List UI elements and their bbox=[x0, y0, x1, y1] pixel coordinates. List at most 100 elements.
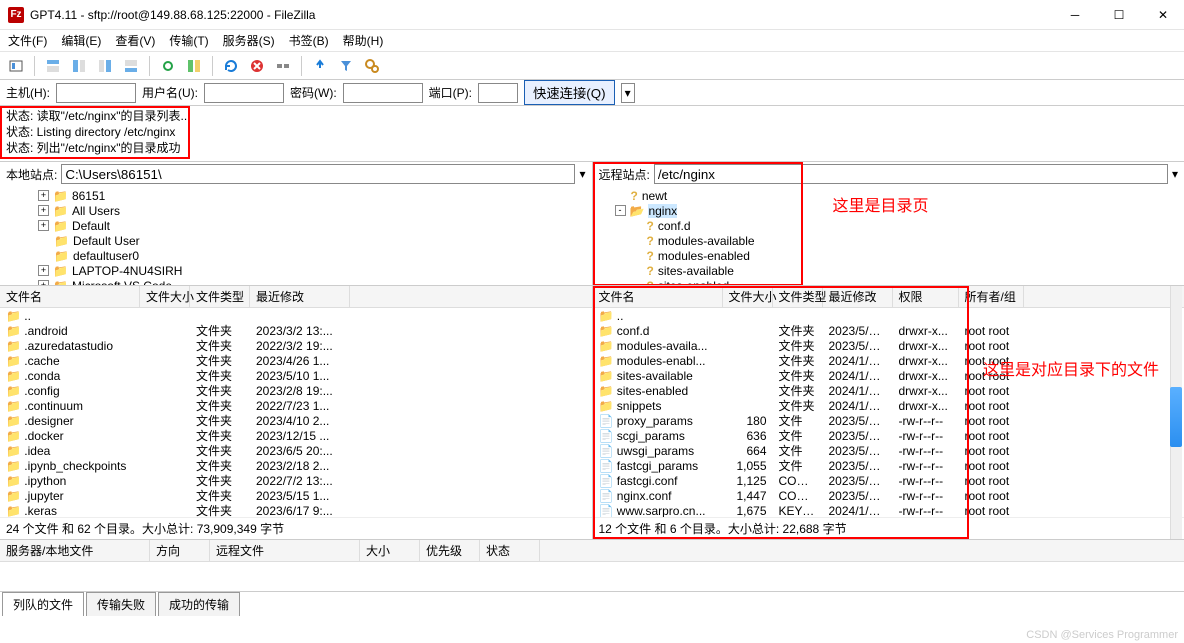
tree-item[interactable]: ? sites-available bbox=[599, 263, 1179, 278]
queue-tab[interactable]: 列队的文件 bbox=[2, 592, 84, 616]
cancel-button[interactable] bbox=[245, 54, 269, 78]
column-header[interactable]: 文件名 bbox=[593, 286, 723, 307]
column-header[interactable]: 文件类型 bbox=[190, 286, 250, 307]
tree-toggle[interactable]: + bbox=[38, 280, 49, 285]
list-item[interactable]: 📁 .ipython文件夹2022/7/2 13:... bbox=[0, 473, 592, 488]
dropdown-icon[interactable]: ▾ bbox=[1172, 167, 1178, 181]
tree-item[interactable]: +📁 Microsoft VS Code bbox=[6, 278, 586, 285]
tree-item[interactable]: ? conf.d bbox=[599, 218, 1179, 233]
list-item[interactable]: 📁 .conda文件夹2023/5/10 1... bbox=[0, 368, 592, 383]
list-item[interactable]: 📄 www.sarpro.cn...1,675KEY 文件2024/1/21..… bbox=[593, 503, 1184, 517]
queue-tab[interactable]: 传输失败 bbox=[86, 592, 156, 616]
dropdown-icon[interactable]: ▾ bbox=[579, 167, 585, 181]
menu-item[interactable]: 编辑(E) bbox=[61, 32, 101, 49]
tree-toggle[interactable]: + bbox=[38, 190, 49, 201]
tree-item[interactable]: +📁 86151 bbox=[6, 188, 586, 203]
list-item[interactable]: 📄 uwsgi_params664文件2023/5/31...-rw-r--r-… bbox=[593, 443, 1184, 458]
list-item[interactable]: 📄 fastcgi.conf1,125CONF ...2023/5/31...-… bbox=[593, 473, 1184, 488]
quickconnect-button[interactable]: 快速连接(Q) bbox=[524, 80, 615, 105]
toggle-remote-tree-button[interactable] bbox=[93, 54, 117, 78]
tree-toggle[interactable]: + bbox=[38, 205, 49, 216]
list-item[interactable]: 📁 .designer文件夹2023/4/10 2... bbox=[0, 413, 592, 428]
filter-button[interactable] bbox=[334, 54, 358, 78]
column-header[interactable]: 文件类型 bbox=[773, 286, 823, 307]
list-item[interactable]: 📁 .idea文件夹2023/6/5 20:... bbox=[0, 443, 592, 458]
column-header[interactable]: 服务器/本地文件 bbox=[0, 540, 150, 561]
scrollbar[interactable] bbox=[1170, 286, 1182, 539]
tree-item[interactable]: +📁 LAPTOP-4NU4SIRH bbox=[6, 263, 586, 278]
column-header[interactable]: 最近修改 bbox=[250, 286, 350, 307]
column-header[interactable]: 文件名 bbox=[0, 286, 140, 307]
list-item[interactable]: 📁 .continuum文件夹2022/7/23 1... bbox=[0, 398, 592, 413]
tree-item[interactable]: ? modules-enabled bbox=[599, 248, 1179, 263]
list-item[interactable]: 📄 nginx.conf1,447CONF ...2023/5/31...-rw… bbox=[593, 488, 1184, 503]
column-header[interactable]: 大小 bbox=[360, 540, 420, 561]
queue-tab[interactable]: 成功的传输 bbox=[158, 592, 240, 616]
host-input[interactable] bbox=[56, 83, 136, 103]
list-item[interactable]: 📁 conf.d文件夹2023/5/31...drwxr-x...root ro… bbox=[593, 323, 1184, 338]
menu-item[interactable]: 查看(V) bbox=[115, 32, 155, 49]
local-path-input[interactable] bbox=[61, 164, 575, 184]
menu-item[interactable]: 服务器(S) bbox=[223, 32, 275, 49]
column-header[interactable]: 文件大小 bbox=[723, 286, 773, 307]
list-item[interactable]: 📁 sites-enabled文件夹2024/1/21...drwxr-x...… bbox=[593, 383, 1184, 398]
tree-item[interactable]: ? modules-available bbox=[599, 233, 1179, 248]
toggle-local-tree-button[interactable] bbox=[67, 54, 91, 78]
tree-toggle[interactable]: + bbox=[38, 220, 49, 231]
list-item[interactable]: 📁 .azuredatastudio文件夹2022/3/2 19:... bbox=[0, 338, 592, 353]
compare-button[interactable] bbox=[182, 54, 206, 78]
quickconnect-dropdown[interactable]: ▾ bbox=[621, 83, 635, 103]
tree-toggle[interactable]: - bbox=[615, 205, 626, 216]
tree-item[interactable]: +📁 Default bbox=[6, 218, 586, 233]
column-header[interactable]: 远程文件 bbox=[210, 540, 360, 561]
list-item[interactable]: 📁 .keras文件夹2023/6/17 9:... bbox=[0, 503, 592, 517]
list-item[interactable]: 📄 fastcgi_params1,055文件2023/5/31...-rw-r… bbox=[593, 458, 1184, 473]
sitemgr-button[interactable] bbox=[4, 54, 28, 78]
toggle-log-button[interactable] bbox=[41, 54, 65, 78]
column-header[interactable]: 状态 bbox=[480, 540, 540, 561]
list-item[interactable]: 📁 sites-available文件夹2024/1/21...drwxr-x.… bbox=[593, 368, 1184, 383]
column-header[interactable]: 所有者/组 bbox=[959, 286, 1024, 307]
user-input[interactable] bbox=[204, 83, 284, 103]
list-item[interactable]: 📁 snippets文件夹2024/1/21...drwxr-x...root … bbox=[593, 398, 1184, 413]
toggle-queue-button[interactable] bbox=[119, 54, 143, 78]
list-item[interactable]: 📁 .. bbox=[593, 308, 1184, 323]
list-item[interactable]: 📁 .cache文件夹2023/4/26 1... bbox=[0, 353, 592, 368]
tree-item[interactable]: -📂 nginx bbox=[599, 203, 1179, 218]
list-item[interactable]: 📁 .docker文件夹2023/12/15 ... bbox=[0, 428, 592, 443]
tree-item[interactable]: +📁 All Users bbox=[6, 203, 586, 218]
column-header[interactable]: 最近修改 bbox=[823, 286, 893, 307]
tree-item[interactable]: 📁 defaultuser0 bbox=[6, 248, 586, 263]
column-header[interactable]: 方向 bbox=[150, 540, 210, 561]
list-item[interactable]: 📁 .android文件夹2023/3/2 13:... bbox=[0, 323, 592, 338]
column-header[interactable]: 优先级 bbox=[420, 540, 480, 561]
remote-path-input[interactable] bbox=[654, 164, 1168, 184]
menu-item[interactable]: 帮助(H) bbox=[343, 32, 384, 49]
reconnect-button[interactable] bbox=[308, 54, 332, 78]
tree-item[interactable]: 📁 Default User bbox=[6, 233, 586, 248]
tree-item[interactable]: ? newt bbox=[599, 188, 1179, 203]
list-item[interactable]: 📁 modules-availa...文件夹2023/5/31...drwxr-… bbox=[593, 338, 1184, 353]
menu-item[interactable]: 传输(T) bbox=[169, 32, 208, 49]
pass-input[interactable] bbox=[343, 83, 423, 103]
tree-item[interactable]: ? sites-enabled bbox=[599, 278, 1179, 285]
column-header[interactable]: 文件大小 bbox=[140, 286, 190, 307]
list-item[interactable]: 📄 proxy_params180文件2023/5/31...-rw-r--r-… bbox=[593, 413, 1184, 428]
sync-button[interactable] bbox=[156, 54, 180, 78]
list-item[interactable]: 📁 .jupyter文件夹2023/5/15 1... bbox=[0, 488, 592, 503]
menu-item[interactable]: 书签(B) bbox=[289, 32, 329, 49]
close-button[interactable]: ✕ bbox=[1150, 5, 1176, 25]
list-item[interactable]: 📁 .. bbox=[0, 308, 592, 323]
tree-toggle[interactable]: + bbox=[38, 265, 49, 276]
disconnect-button[interactable] bbox=[271, 54, 295, 78]
menu-item[interactable]: 文件(F) bbox=[8, 32, 47, 49]
column-header[interactable]: 权限 bbox=[893, 286, 959, 307]
list-item[interactable]: 📁 modules-enabl...文件夹2024/1/21...drwxr-x… bbox=[593, 353, 1184, 368]
list-item[interactable]: 📄 scgi_params636文件2023/5/31...-rw-r--r--… bbox=[593, 428, 1184, 443]
list-item[interactable]: 📁 .config文件夹2023/2/8 19:... bbox=[0, 383, 592, 398]
maximize-button[interactable]: ☐ bbox=[1106, 5, 1132, 25]
minimize-button[interactable]: ─ bbox=[1062, 5, 1088, 25]
list-item[interactable]: 📁 .ipynb_checkpoints文件夹2023/2/18 2... bbox=[0, 458, 592, 473]
refresh-button[interactable] bbox=[219, 54, 243, 78]
port-input[interactable] bbox=[478, 83, 518, 103]
